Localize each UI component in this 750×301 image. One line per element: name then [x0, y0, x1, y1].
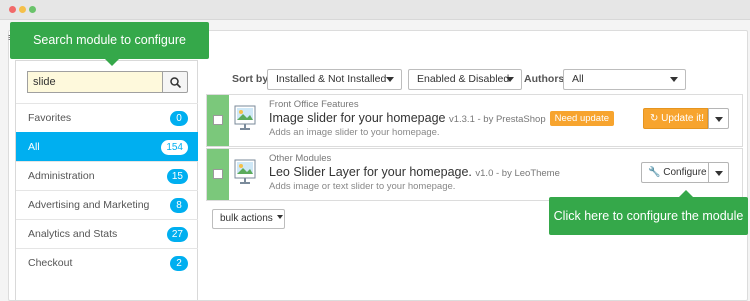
install-filter-select[interactable]: Installed & Not Installed	[267, 69, 402, 90]
status-filter-value: Enabled & Disabled	[417, 73, 510, 85]
image-slider-icon	[234, 105, 256, 130]
count-badge: 8	[170, 198, 188, 213]
configure-hint-tooltip: Click here to configure the module	[549, 190, 748, 235]
module-description: Adds image or text slider to your homepa…	[269, 181, 456, 192]
module-checkbox[interactable]	[213, 115, 223, 125]
module-checkbox[interactable]	[213, 169, 223, 179]
chevron-down-icon	[670, 77, 678, 82]
minimize-window-dot[interactable]	[19, 6, 26, 13]
module-category: Front Office Features	[269, 99, 359, 110]
category-all[interactable]: All 154	[16, 132, 198, 161]
category-checkout[interactable]: Checkout 2	[16, 248, 198, 277]
module-version: v1.3.1 - by PrestaShop	[448, 114, 546, 125]
module-description: Adds an image slider to your homepage.	[269, 127, 440, 138]
browser-titlebar	[0, 0, 750, 20]
install-filter-value: Installed & Not Installed	[276, 73, 387, 85]
chevron-down-icon	[506, 77, 514, 82]
module-search	[27, 71, 188, 93]
configure-label: Configure	[663, 167, 707, 178]
module-row: Front Office Features Image slider for y…	[206, 94, 743, 147]
status-filter-select[interactable]: Enabled & Disabled	[408, 69, 522, 90]
module-status-strip	[207, 95, 229, 146]
category-label: Administration	[28, 170, 95, 182]
close-window-dot[interactable]	[9, 6, 16, 13]
maximize-window-dot[interactable]	[29, 6, 36, 13]
category-label: Analytics and Stats	[28, 228, 118, 240]
category-analytics-stats[interactable]: Analytics and Stats 27	[16, 219, 198, 248]
category-favorites[interactable]: Favorites 0	[16, 103, 198, 132]
module-name: Leo Slider Layer for your homepage.	[269, 165, 472, 179]
module-title: Leo Slider Layer for your homepage. v1.0…	[269, 165, 560, 179]
search-button[interactable]	[162, 71, 188, 93]
count-badge: 154	[161, 140, 188, 155]
refresh-icon: ↻	[650, 113, 662, 124]
search-hint-tooltip: Search module to configure	[10, 22, 209, 66]
category-sidebar: Favorites 0 All 154 Administration 15 Adver…	[15, 60, 198, 300]
need-update-badge: Need update	[549, 111, 615, 126]
count-badge: 2	[170, 256, 188, 271]
module-actions-dropdown[interactable]	[708, 162, 729, 183]
category-label: Checkout	[28, 257, 73, 269]
module-category: Other Modules	[269, 153, 332, 164]
image-slider-icon	[234, 159, 256, 184]
count-badge: 27	[166, 227, 188, 242]
authors-filter-value: All	[572, 73, 584, 85]
configure-button[interactable]: 🔧 Configure	[641, 162, 709, 183]
authors-label: Authors	[524, 73, 565, 85]
category-administration[interactable]: Administration 15	[16, 161, 198, 190]
category-advertising-marketing[interactable]: Advertising and Marketing 8	[16, 190, 198, 219]
module-title: Image slider for your homepage v1.3.1 - …	[269, 111, 615, 126]
search-input[interactable]	[27, 71, 163, 93]
authors-filter-select[interactable]: All	[563, 69, 686, 90]
search-icon	[170, 77, 181, 88]
module-actions-dropdown[interactable]	[708, 108, 729, 129]
category-list: Favorites 0 All 154 Administration 15 Adver…	[16, 103, 198, 277]
chevron-down-icon	[386, 77, 394, 82]
count-badge: 15	[166, 169, 188, 184]
module-row: Other Modules Leo Slider Layer for your …	[206, 148, 743, 201]
module-status-strip	[207, 149, 229, 200]
wrench-icon: 🔧	[648, 167, 664, 178]
sort-by-label: Sort by	[232, 73, 269, 85]
chevron-down-icon	[276, 215, 283, 219]
bulk-actions-button[interactable]: bulk actions	[212, 209, 285, 229]
category-label: Favorites	[28, 112, 72, 124]
category-label: Advertising and Marketing	[28, 199, 150, 211]
bulk-actions-label: bulk actions	[220, 213, 273, 224]
module-name: Image slider for your homepage	[269, 111, 446, 125]
module-version: v1.0 - by LeoTheme	[475, 168, 560, 179]
update-button[interactable]: ↻ Update it!	[643, 108, 708, 129]
count-badge: 0	[170, 111, 188, 126]
update-label: Update it!	[661, 113, 704, 124]
category-label: All	[28, 141, 40, 153]
